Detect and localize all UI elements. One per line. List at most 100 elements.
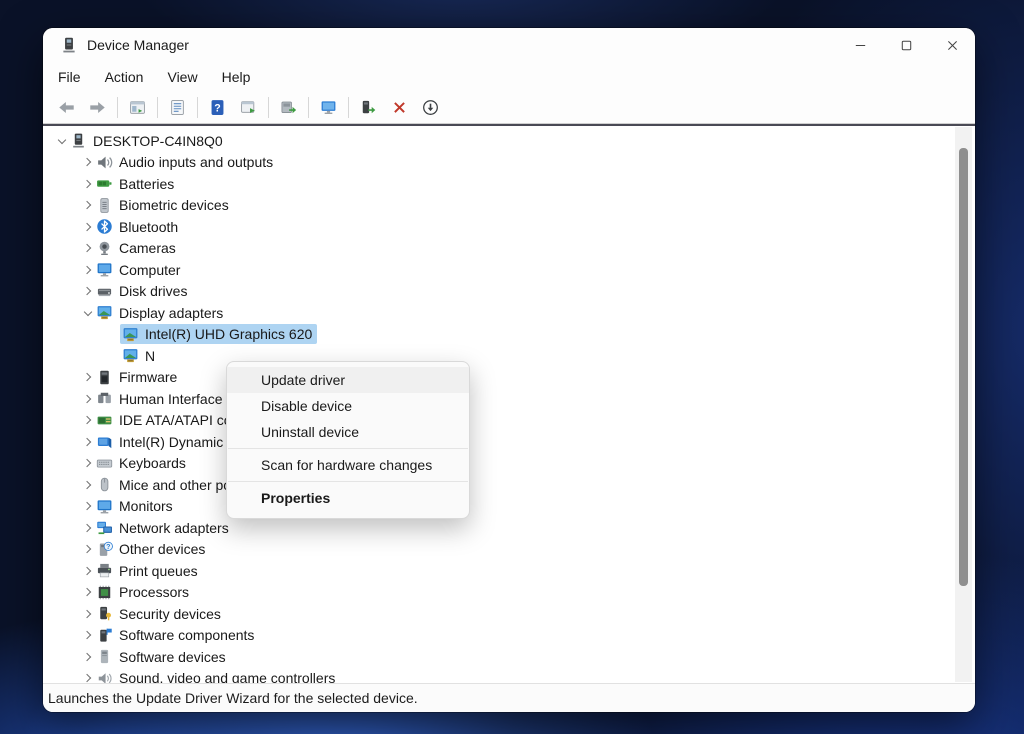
chevron-collapsed-icon[interactable] [81,371,94,384]
biometric-icon [96,197,113,214]
help-button[interactable] [204,95,231,120]
tree-item-content: Computer [94,260,185,280]
title-bar[interactable]: Device Manager [43,28,975,62]
tree-item-n[interactable]: N [43,345,953,367]
update-driver-software-button[interactable] [275,95,302,120]
tree-item-human-interface-devices[interactable]: Human Interface Devices [43,388,953,410]
tree-item-processors[interactable]: Processors [43,582,953,604]
minimize-icon [853,38,868,53]
tree-item-disk-drives[interactable]: Disk drives [43,281,953,303]
chevron-collapsed-icon[interactable] [81,457,94,470]
window-controls [837,28,975,62]
audio-icon [96,154,113,171]
tree-item-other-devices[interactable]: Other devices [43,539,953,561]
chevron-collapsed-icon[interactable] [81,435,94,448]
export-list-button[interactable] [235,95,262,120]
chevron-collapsed-icon[interactable] [81,392,94,405]
tree-item-mice-and-other-pointing-devices[interactable]: Mice and other pointing devices [43,474,953,496]
chevron-collapsed-icon[interactable] [81,199,94,212]
tree-item-sound-video-and-game-controllers[interactable]: Sound, video and game controllers [43,668,953,684]
tree-item-monitors[interactable]: Monitors [43,496,953,518]
scrollbar-thumb[interactable] [959,148,968,586]
uninstall-device-button[interactable] [386,95,413,120]
tree-item-intel-r-uhd-graphics-620[interactable]: Intel(R) UHD Graphics 620 [43,324,953,346]
chevron-collapsed-icon[interactable] [81,285,94,298]
chevron-collapsed-icon[interactable] [81,220,94,233]
disable-device-button[interactable] [417,95,444,120]
chevron-collapsed-icon[interactable] [81,607,94,620]
chevron-collapsed-icon[interactable] [81,543,94,556]
tree-item-security-devices[interactable]: Security devices [43,603,953,625]
vertical-scrollbar[interactable] [955,127,972,682]
tree-item-firmware[interactable]: Firmware [43,367,953,389]
chevron-collapsed-icon[interactable] [81,672,94,683]
chevron-collapsed-icon[interactable] [81,478,94,491]
hid-icon [96,390,113,407]
chevron-collapsed-icon[interactable] [81,521,94,534]
chevron-expanded-icon[interactable] [55,134,68,147]
tree-item-bluetooth[interactable]: Bluetooth [43,216,953,238]
chevron-collapsed-icon[interactable] [81,586,94,599]
tree-item-content: Processors [94,582,194,602]
menu-bar: FileActionViewHelp [43,62,975,92]
security-icon [96,605,113,622]
chevron-collapsed-icon[interactable] [81,629,94,642]
context-menu-item-uninstall-device[interactable]: Uninstall device [227,419,469,445]
tree-item-content: Display adapters [94,303,228,323]
camera-icon [96,240,113,257]
chevron-collapsed-icon[interactable] [81,564,94,577]
back-button[interactable] [53,95,80,120]
chevron-collapsed-icon[interactable] [81,650,94,663]
context-menu-item-scan-for-hardware-changes[interactable]: Scan for hardware changes [227,452,469,478]
tree-item-computer[interactable]: Computer [43,259,953,281]
tree-item-print-queues[interactable]: Print queues [43,560,953,582]
forward-button[interactable] [84,95,111,120]
tree-item-label: N [145,348,155,364]
battery-icon [96,175,113,192]
tree-item-content: Batteries [94,174,179,194]
chevron-collapsed-icon[interactable] [81,242,94,255]
tree-item-biometric-devices[interactable]: Biometric devices [43,195,953,217]
properties-button[interactable] [164,95,191,120]
tree-item-network-adapters[interactable]: Network adapters [43,517,953,539]
menu-file[interactable]: File [46,65,93,89]
context-menu-item-update-driver[interactable]: Update driver [227,367,469,393]
tree-item-software-devices[interactable]: Software devices [43,646,953,668]
chevron-collapsed-icon[interactable] [81,500,94,513]
menu-action[interactable]: Action [93,65,156,89]
context-menu-item-disable-device[interactable]: Disable device [227,393,469,419]
tree-item-label: Batteries [119,176,174,192]
tree-item-content: Software components [94,625,259,645]
tree-item-display-adapters[interactable]: Display adapters [43,302,953,324]
tree-item-content: Print queues [94,561,203,581]
minimize-button[interactable] [837,28,883,62]
tree-item-ide-ata-atapi-controllers[interactable]: IDE ATA/ATAPI controllers [43,410,953,432]
tree-item-audio-inputs-and-outputs[interactable]: Audio inputs and outputs [43,152,953,174]
close-button[interactable] [929,28,975,62]
tree-item-keyboards[interactable]: Keyboards [43,453,953,475]
tree-item-content: N [120,346,160,366]
tree-item-batteries[interactable]: Batteries [43,173,953,195]
update-driver-button[interactable] [355,95,382,120]
tree-item-content: Keyboards [94,453,191,473]
context-menu-item-properties[interactable]: Properties [227,485,469,511]
chevron-expanded-icon[interactable] [81,306,94,319]
menu-help[interactable]: Help [210,65,263,89]
device-tree-pane: DESKTOP-C4IN8Q0Audio inputs and outputs B… [43,126,975,683]
scan-for-hardware-changes-button[interactable] [315,95,342,120]
tree-item-cameras[interactable]: Cameras [43,238,953,260]
chevron-collapsed-icon[interactable] [81,263,94,276]
tree-item-software-components[interactable]: Software components [43,625,953,647]
chevron-collapsed-icon[interactable] [81,414,94,427]
chevron-collapsed-icon[interactable] [81,177,94,190]
tree-item-label: Sound, video and game controllers [119,670,335,683]
tree-item-content: Intel(R) UHD Graphics 620 [120,324,317,344]
chevron-collapsed-icon[interactable] [81,156,94,169]
context-menu: Update driverDisable deviceUninstall dev… [226,361,470,519]
maximize-button[interactable] [883,28,929,62]
properties-icon [169,99,186,116]
tree-item-intel-r-dynamic-platform-and-thermal-framework[interactable]: Intel(R) Dynamic Platform and Thermal Fr… [43,431,953,453]
show-console-tree-button[interactable] [124,95,151,120]
tree-item-desktop-c4in8q0[interactable]: DESKTOP-C4IN8Q0 [43,130,953,152]
menu-view[interactable]: View [155,65,209,89]
